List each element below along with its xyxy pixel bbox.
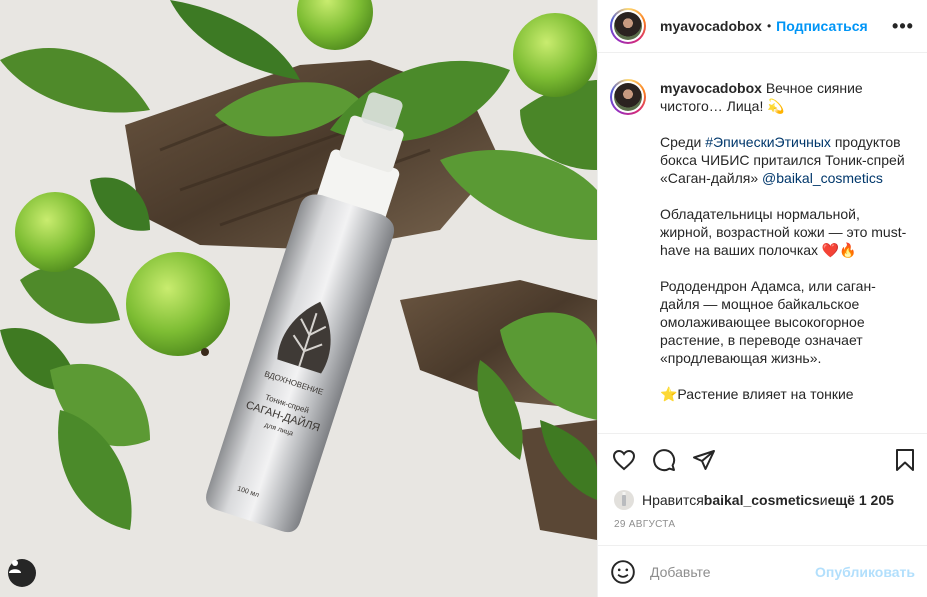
caption-p3: Обладательницы нормальной, жирной, возра… [660,206,907,258]
heart-outline-icon[interactable] [612,448,636,472]
caption-text: myavocadobox Вечное сияние чистого… Лица… [660,79,911,433]
hashtag-link[interactable]: #ЭпическиЭтичных [705,134,831,150]
comment-input[interactable]: Добавьте [650,564,815,580]
follow-button[interactable]: Подписаться [776,18,868,34]
post-date[interactable]: 29 АВГУСТА [598,515,927,545]
liker-username[interactable]: baikal_cosmetics [704,492,820,508]
instagram-post: ВДОХНОВЕНИЕ Тоник-спрей САГАН-ДАЙЛЯ для … [0,0,927,597]
likes-count[interactable]: ещё 1 205 [828,492,894,508]
caption-p5: ⭐Растение влияет на тонкие [660,386,854,402]
post-side-panel: myavocadobox • Подписаться ••• myavocado… [597,0,927,597]
likes-prefix: Нравится [642,492,704,508]
header-separator: • [766,19,772,33]
more-options-icon[interactable]: ••• [891,17,915,35]
caption-area: myavocadobox Вечное сияние чистого… Лица… [598,53,927,433]
post-photo[interactable]: ВДОХНОВЕНИЕ Тоник-спрей САГАН-ДАЙЛЯ для … [0,0,597,597]
caption-p2-text: Среди [660,134,706,150]
caption-avatar[interactable] [610,79,646,115]
header-username[interactable]: myavocadobox [660,18,762,34]
liker-avatar[interactable] [614,490,634,510]
avatar[interactable] [610,8,646,44]
likes-middle: и [819,492,828,508]
caption-p4: Рододендрон Адамса, или саган-дайля — мо… [660,278,876,366]
product-photo: ВДОХНОВЕНИЕ Тоник-спрей САГАН-ДАЙЛЯ для … [0,0,597,597]
publish-button[interactable]: Опубликовать [815,564,915,580]
bookmark-icon[interactable] [893,448,917,472]
paper-plane-icon[interactable] [692,448,716,472]
likes-summary: Нравится baikal_cosmetics и ещё 1 205 [598,485,927,515]
speech-bubble-icon[interactable] [652,448,676,472]
emoji-icon[interactable] [610,559,636,585]
post-header: myavocadobox • Подписаться ••• [598,0,927,53]
action-bar [598,433,927,485]
comment-box: Добавьте Опубликовать [598,545,927,597]
mention-link[interactable]: @baikal_cosmetics [762,170,883,186]
user-tags-button[interactable] [8,559,36,587]
caption-username[interactable]: myavocadobox [660,80,762,96]
person-icon [9,560,21,573]
